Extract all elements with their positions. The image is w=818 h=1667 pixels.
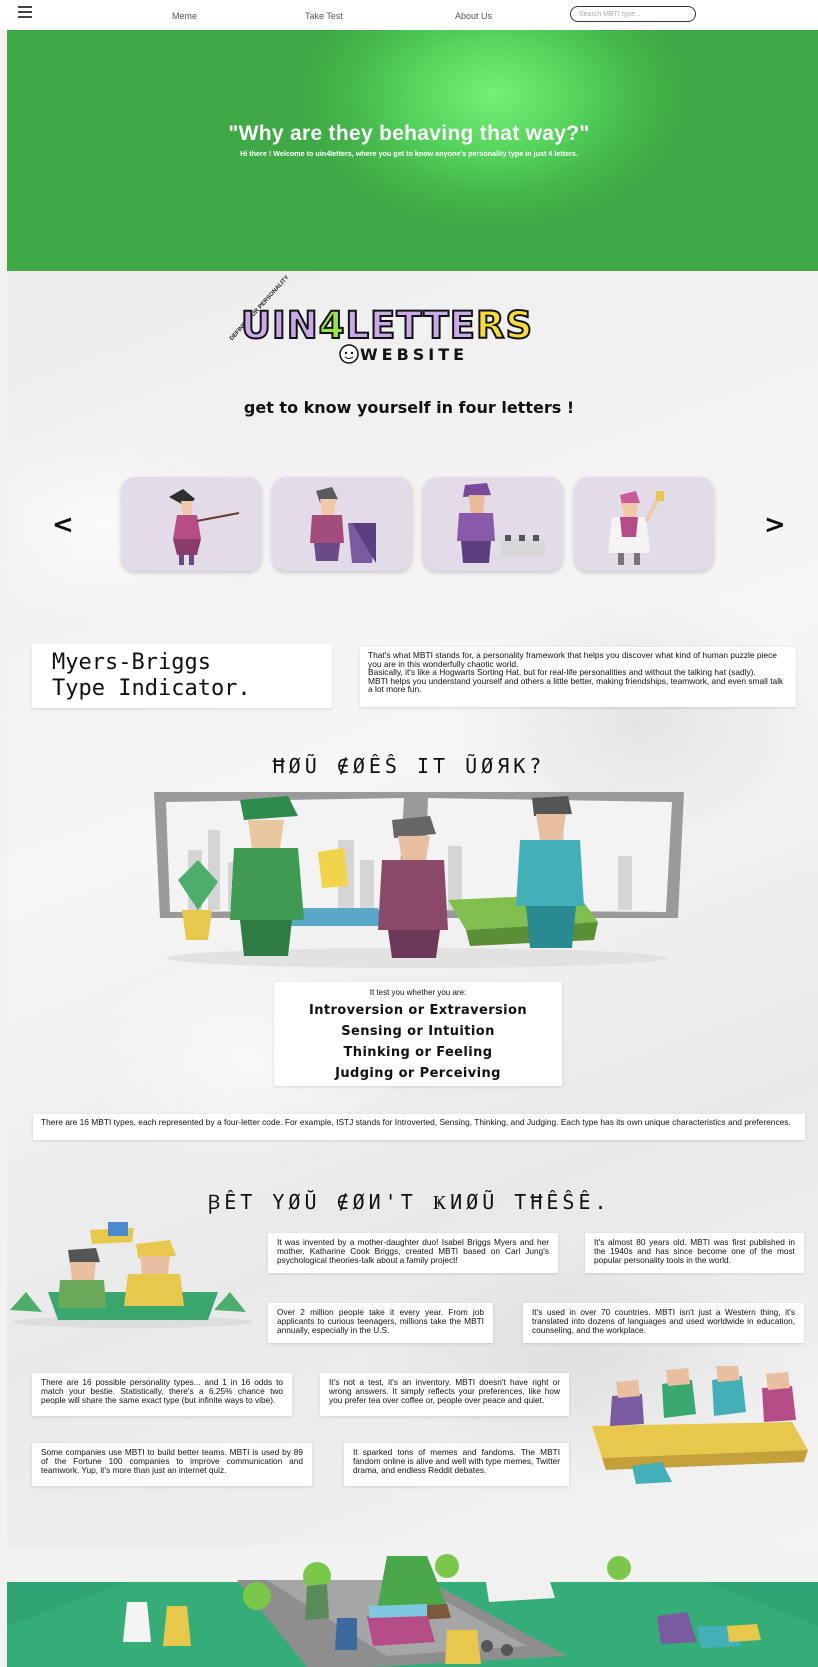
carousel-prev-icon[interactable]: < [52, 510, 74, 540]
dimension-item: Judging or Perceiving [335, 1066, 501, 1081]
mbti-title-box: Myers-Briggs Type Indicator. [32, 644, 332, 708]
fact-card: Some companies use MBTI to build better … [32, 1443, 312, 1486]
fact-card: It was invented by a mother-daughter duo… [268, 1233, 558, 1273]
friends-bench-illustration-icon [10, 1222, 253, 1328]
logo-part-lette: LETTE [345, 303, 476, 348]
fact-card: It's used in over 70 countries. MBTI isn… [523, 1303, 804, 1343]
tagline: get to know yourself in four letters ! [243, 398, 575, 417]
fact-card: It's almost 80 years old. MBTI was first… [585, 1233, 804, 1273]
nav-link-about-us[interactable]: About Us [455, 11, 492, 21]
site-logo: DEFINE YOUR PERSONALITY UIN4LETTERS WEBS… [225, 275, 601, 370]
mbti-title: Myers-Briggs Type Indicator. [52, 650, 251, 701]
town-scene-icon [7, 1554, 818, 1667]
dimension-item: Thinking or Feeling [343, 1045, 493, 1060]
carousel-card-scientist[interactable] [574, 477, 714, 571]
top-nav: Meme Take Test About Us [0, 0, 818, 30]
test-intro: It test you whether you are: [369, 988, 467, 997]
mechanic-illustration-icon [457, 483, 545, 563]
fact-card: There are 16 possible personality types.… [32, 1373, 292, 1416]
hero-subtitle: Hi there ! Welcome to uin4letters, where… [240, 149, 578, 158]
carousel-card-speaker[interactable] [272, 477, 412, 571]
hero-title: "Why are they behaving that way?" [228, 122, 590, 145]
logo-part-uin: UIN [240, 303, 319, 348]
nav-link-take-test[interactable]: Take Test [305, 11, 343, 21]
teacher-illustration-icon [169, 489, 240, 565]
mbti-description: That's what MBTI stands for, a personali… [360, 647, 796, 707]
dimension-item: Introversion or Extraversion [308, 1003, 528, 1018]
team-table-illustration-icon [592, 1366, 808, 1484]
carousel-card-teacher[interactable] [121, 477, 261, 571]
hamburger-menu-icon[interactable] [18, 6, 32, 18]
types-note: There are 16 MBTI types, each represente… [33, 1114, 805, 1140]
logo-wordmark: UIN4LETTERS [240, 303, 534, 348]
speaker-illustration-icon [310, 487, 376, 563]
logo-subtitle: WEBSITE [360, 345, 469, 364]
dimension-item: Sensing or Intuition [341, 1024, 495, 1039]
fact-card: Over 2 million people take it every year… [268, 1303, 493, 1343]
mascot-icon [339, 344, 359, 364]
fact-card: It sparked tons of memes and fandoms. Th… [344, 1443, 569, 1486]
carousel-next-icon[interactable]: > [764, 510, 786, 540]
facts-heading: ꞴÊT YØŬ ∉ØИ'T ҜИØŨ TĦÊŜÊ. [207, 1190, 611, 1214]
scientist-illustration-icon [608, 491, 664, 565]
mbti-paragraph: That's what MBTI stands for, a personali… [368, 650, 777, 669]
footer-town-illustration [7, 1546, 818, 1667]
office-illustration-icon [154, 792, 684, 968]
how-it-works-heading: ĦØŨ ∉ØÊŜ IT ŨØЯK? [272, 754, 546, 778]
fact-card: It's not a test, it's an inventory. MBTI… [320, 1373, 569, 1416]
mbti-paragraph: MBTI helps you understand yourself and o… [368, 675, 784, 695]
search-input[interactable] [570, 6, 696, 22]
nav-link-meme[interactable]: Meme [172, 11, 197, 21]
carousel-card-mechanic[interactable] [423, 477, 563, 571]
logo-part-rs: RS [475, 303, 534, 348]
logo-part-4: 4 [318, 303, 346, 348]
test-dimensions-box: It test you whether you are: Introversio… [274, 982, 562, 1086]
